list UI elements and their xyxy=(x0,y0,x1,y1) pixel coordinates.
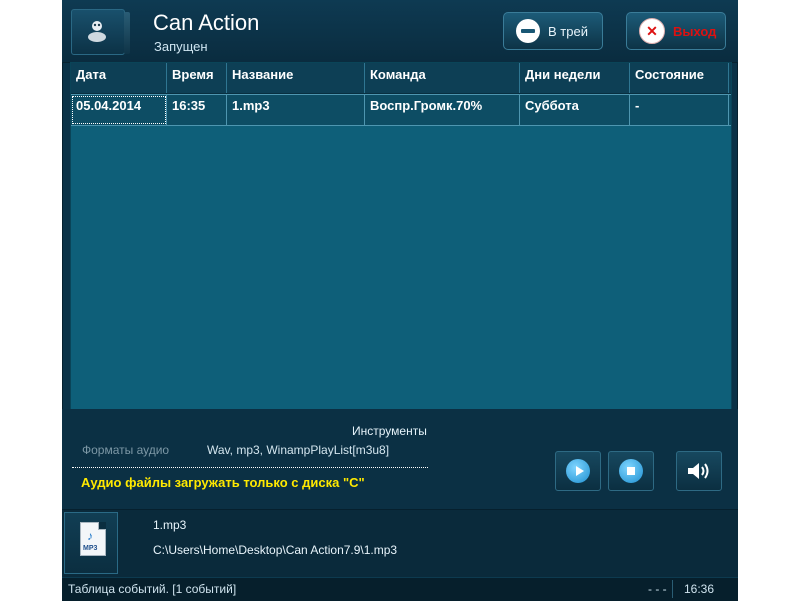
cell-state[interactable]: - xyxy=(630,95,729,125)
exit-button-label: Выход xyxy=(673,23,717,39)
tray-button-label: В трей xyxy=(548,23,588,39)
stop-button[interactable] xyxy=(608,451,654,491)
column-header-time[interactable]: Время xyxy=(167,63,227,93)
app-title: Can Action xyxy=(153,10,260,35)
status-text: Таблица событий. [1 событий] xyxy=(68,582,237,596)
play-icon xyxy=(566,459,590,483)
status-bar: Таблица событий. [1 событий] - - - 16:36 xyxy=(62,577,738,601)
close-circle-icon: ✕ xyxy=(639,18,665,44)
play-button[interactable] xyxy=(555,451,601,491)
tools-title: Инструменты xyxy=(352,424,427,438)
cell-name[interactable]: 1.mp3 xyxy=(227,95,365,125)
window-grip[interactable] xyxy=(124,12,130,54)
exit-button[interactable]: ✕ Выход xyxy=(626,12,726,50)
column-header-date[interactable]: Дата xyxy=(71,63,167,93)
file-icon-button[interactable]: ♪ MP3 xyxy=(64,512,118,574)
formats-value: Wav, mp3, WinampPlayList[m3u8] xyxy=(207,443,390,457)
app-status: Запущен xyxy=(154,39,208,54)
events-table[interactable]: Дата Время Название Команда Дни недели С… xyxy=(70,62,732,410)
stop-icon xyxy=(619,459,643,483)
cell-time[interactable]: 16:35 xyxy=(167,95,227,125)
tools-panel: Инструменты Форматы аудио Wav, mp3, Wina… xyxy=(62,409,738,509)
cell-date[interactable]: 05.04.2014 xyxy=(71,95,167,125)
app-figure-icon xyxy=(88,21,106,42)
disk-note: Аудио файлы загружать только с диска "C" xyxy=(81,475,365,490)
column-header-command[interactable]: Команда xyxy=(365,63,520,93)
table-header: Дата Время Название Команда Дни недели С… xyxy=(71,63,731,94)
app-icon-button[interactable] xyxy=(71,9,125,55)
main-window: Can Action Запущен В трей ✕ Выход Дата В… xyxy=(62,0,738,601)
column-header-days[interactable]: Дни недели xyxy=(520,63,630,93)
file-name: 1.mp3 xyxy=(153,518,187,532)
file-path: C:\Users\Home\Desktop\Can Action7.9\1.mp… xyxy=(153,543,398,557)
status-time: 16:36 xyxy=(684,582,715,596)
volume-icon xyxy=(688,463,709,479)
column-header-name[interactable]: Название xyxy=(227,63,365,93)
divider xyxy=(72,467,428,468)
tray-button[interactable]: В трей xyxy=(503,12,603,50)
formats-label: Форматы аудио xyxy=(82,443,170,457)
status-dots: - - - xyxy=(648,582,667,596)
file-panel: ♪ MP3 1.mp3 C:\Users\Home\Desktop\Can Ac… xyxy=(62,509,738,578)
mp3-file-icon: ♪ MP3 xyxy=(80,522,106,556)
table-row[interactable]: 05.04.2014 16:35 1.mp3 Воспр.Громк.70% С… xyxy=(71,94,731,126)
cell-days[interactable]: Суббота xyxy=(520,95,630,125)
file-icon-ext: MP3 xyxy=(83,545,98,552)
minus-circle-icon xyxy=(516,19,540,43)
column-header-state[interactable]: Состояние xyxy=(630,63,729,93)
cell-command[interactable]: Воспр.Громк.70% xyxy=(365,95,520,125)
volume-button[interactable] xyxy=(676,451,722,491)
status-separator xyxy=(672,580,673,598)
title-bar: Can Action Запущен В трей ✕ Выход xyxy=(62,0,738,63)
